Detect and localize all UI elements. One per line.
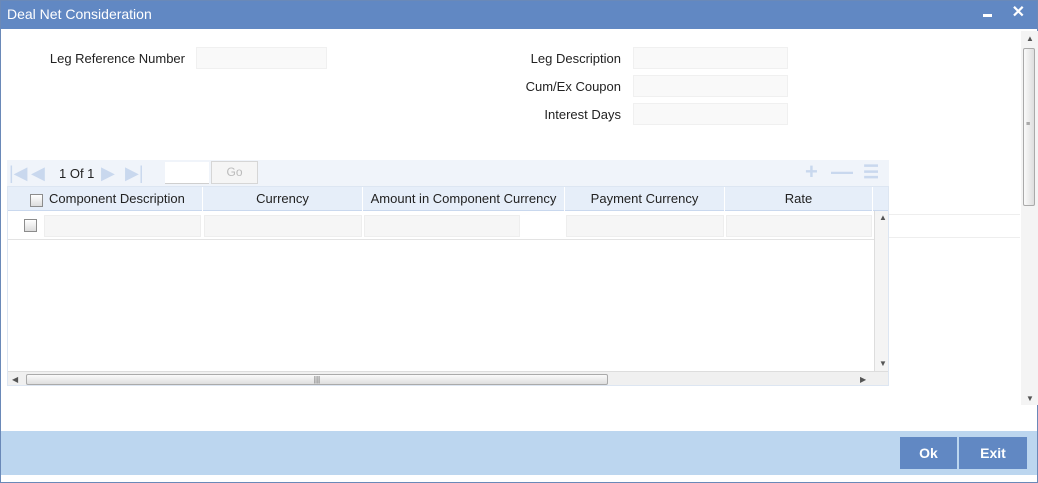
- go-button[interactable]: Go: [211, 161, 258, 184]
- first-page-icon[interactable]: |◀: [9, 164, 28, 182]
- cell-currency[interactable]: [204, 215, 362, 237]
- row-extension: [889, 214, 1020, 238]
- window-scroll-up-icon[interactable]: ▲: [1026, 34, 1034, 43]
- cum-ex-coupon-label: Cum/Ex Coupon: [525, 79, 621, 94]
- leg-reference-number-label: Leg Reference Number: [49, 51, 185, 66]
- title-bar: Deal Net Consideration ✕: [1, 1, 1037, 29]
- add-row-icon[interactable]: +: [805, 161, 818, 183]
- horizontal-scroll-thumb[interactable]: |||: [26, 374, 608, 385]
- interest-days-field[interactable]: [633, 103, 788, 125]
- cell-component-description[interactable]: [44, 215, 201, 237]
- column-header-payment-currency[interactable]: Payment Currency: [565, 187, 725, 211]
- window-vertical-scrollbar[interactable]: ▲ ≡ ▼: [1021, 31, 1038, 405]
- cum-ex-coupon-field[interactable]: [633, 75, 788, 97]
- window-scroll-thumb[interactable]: ≡: [1023, 48, 1035, 206]
- cell-amount[interactable]: [364, 215, 520, 237]
- column-header-rate[interactable]: Rate: [725, 187, 873, 211]
- delete-row-icon[interactable]: —: [831, 161, 853, 183]
- prev-page-icon[interactable]: ◀: [31, 164, 45, 182]
- scroll-left-icon[interactable]: ◀: [12, 375, 18, 384]
- next-page-icon[interactable]: ▶: [101, 164, 115, 182]
- page-indicator: 1 Of 1: [59, 166, 95, 181]
- leg-description-label: Leg Description: [530, 51, 621, 66]
- cell-payment-currency[interactable]: [566, 215, 724, 237]
- select-all-checkbox[interactable]: [30, 194, 43, 207]
- exit-button[interactable]: Exit: [959, 437, 1027, 469]
- table-row: [8, 211, 888, 240]
- row-checkbox[interactable]: [24, 219, 37, 232]
- last-page-icon[interactable]: ▶|: [125, 164, 144, 182]
- interest-days-label: Interest Days: [544, 107, 621, 122]
- component-grid: Component Description Currency Amount in…: [7, 186, 889, 386]
- window-title: Deal Net Consideration: [7, 6, 152, 22]
- footer-bar: Ok Exit: [1, 431, 1037, 475]
- grid-toolbar: |◀ ◀ 1 Of 1 ▶ ▶| Go + — ☰: [7, 160, 889, 186]
- leg-description-field[interactable]: [633, 47, 788, 69]
- column-header-amount-in-component-currency[interactable]: Amount in Component Currency: [363, 187, 565, 211]
- grid-header: Component Description Currency Amount in…: [8, 187, 888, 211]
- grid-vertical-scrollbar[interactable]: ▲ ▼: [874, 211, 888, 371]
- column-header-currency[interactable]: Currency: [203, 187, 363, 211]
- minimize-icon[interactable]: [981, 1, 995, 27]
- page-number-input[interactable]: [165, 162, 209, 184]
- grid-horizontal-scrollbar[interactable]: ◀ ||| ▶: [8, 371, 888, 385]
- view-icon[interactable]: ☰: [863, 161, 879, 183]
- scroll-right-icon[interactable]: ▶: [860, 375, 866, 384]
- scroll-up-icon[interactable]: ▲: [879, 213, 887, 222]
- window-scroll-down-icon[interactable]: ▼: [1026, 394, 1034, 403]
- leg-reference-number-field[interactable]: [196, 47, 327, 69]
- close-icon[interactable]: ✕: [1012, 1, 1025, 27]
- column-header-component-description[interactable]: Component Description: [44, 187, 203, 211]
- grip-icon: ≡: [1026, 121, 1031, 128]
- scroll-down-icon[interactable]: ▼: [879, 359, 887, 368]
- deal-net-consideration-window: Deal Net Consideration ✕ Leg Reference N…: [0, 0, 1038, 483]
- ok-button[interactable]: Ok: [900, 437, 957, 469]
- cell-rate[interactable]: [726, 215, 872, 237]
